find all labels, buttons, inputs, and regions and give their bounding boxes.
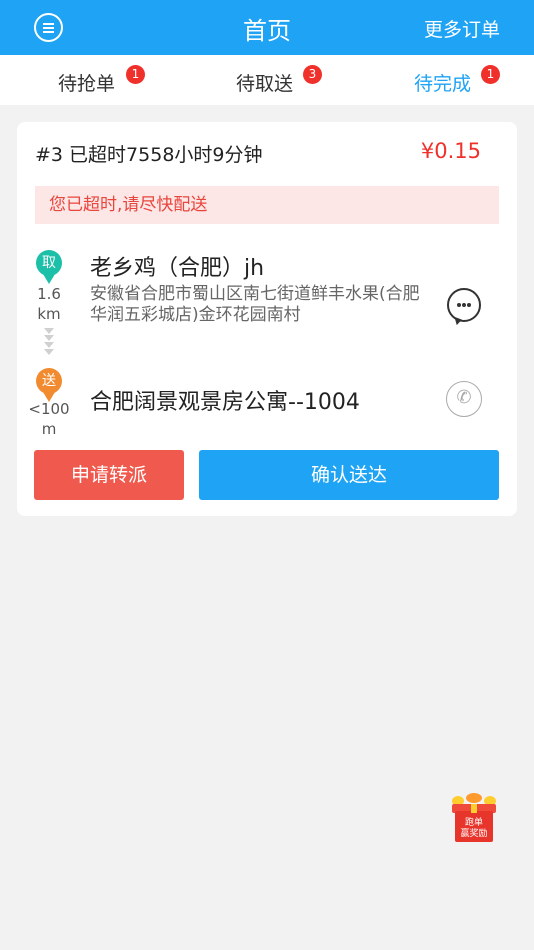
chat-icon[interactable] (447, 288, 481, 322)
order-tabs: 待抢单 1 待取送 3 待完成 1 (0, 55, 534, 105)
tab-to-pickup-deliver[interactable]: 待取送 3 (236, 65, 322, 96)
tab-label: 待完成 (414, 73, 472, 95)
reward-gift-icon[interactable]: 跑单 赢奖励 (448, 792, 500, 844)
tab-to-grab[interactable]: 待抢单 1 (58, 65, 145, 96)
tab-label: 待抢单 (58, 73, 116, 95)
overtime-warning: 您已超时,请尽快配送 (35, 186, 499, 224)
pickup-address: 安徽省合肥市蜀山区南七街道鲜丰水果(合肥华润五彩城店)金环花园南村 (90, 284, 420, 325)
pickup-distance: 1.6 km (17, 284, 81, 324)
delivery-distance-unit: m (41, 420, 57, 438)
pickup-distance-unit: km (37, 305, 61, 323)
delivery-distance: <100 m (17, 399, 81, 439)
pickup-pin-icon: 取 (36, 250, 62, 284)
confirm-delivery-button[interactable]: 确认送达 (199, 450, 499, 500)
top-bar: 首页 更多订单 (0, 0, 534, 55)
reward-line1: 跑单 (465, 816, 483, 828)
tab-label: 待取送 (236, 73, 294, 95)
phone-icon[interactable]: ✆ (446, 381, 482, 417)
tab-count-badge: 1 (126, 65, 145, 84)
reward-line2: 赢奖励 (460, 827, 487, 839)
delivery-distance-value: <100 (28, 400, 70, 418)
delivery-pin-icon: 送 (36, 368, 62, 402)
tab-to-complete[interactable]: 待完成 1 (414, 65, 500, 96)
delivery-address: 合肥阔景观景房公寓--1004 (90, 390, 360, 415)
order-card[interactable]: #3 已超时7558小时9分钟 ¥0.15 您已超时,请尽快配送 取 1.6 k… (17, 122, 517, 516)
tab-count-badge: 3 (303, 65, 322, 84)
pickup-shop-name: 老乡鸡（合肥）jh (90, 256, 265, 281)
request-transfer-button[interactable]: 申请转派 (34, 450, 184, 500)
order-status-text: #3 已超时7558小时9分钟 (35, 144, 263, 166)
route-arrows-icon (42, 328, 56, 356)
order-price: ¥0.15 (420, 139, 481, 163)
tab-count-badge: 1 (481, 65, 500, 84)
more-orders-button[interactable]: 更多订单 (424, 15, 500, 42)
pickup-distance-value: 1.6 (37, 285, 61, 303)
gift-box-icon: 跑单 赢奖励 (452, 793, 496, 842)
